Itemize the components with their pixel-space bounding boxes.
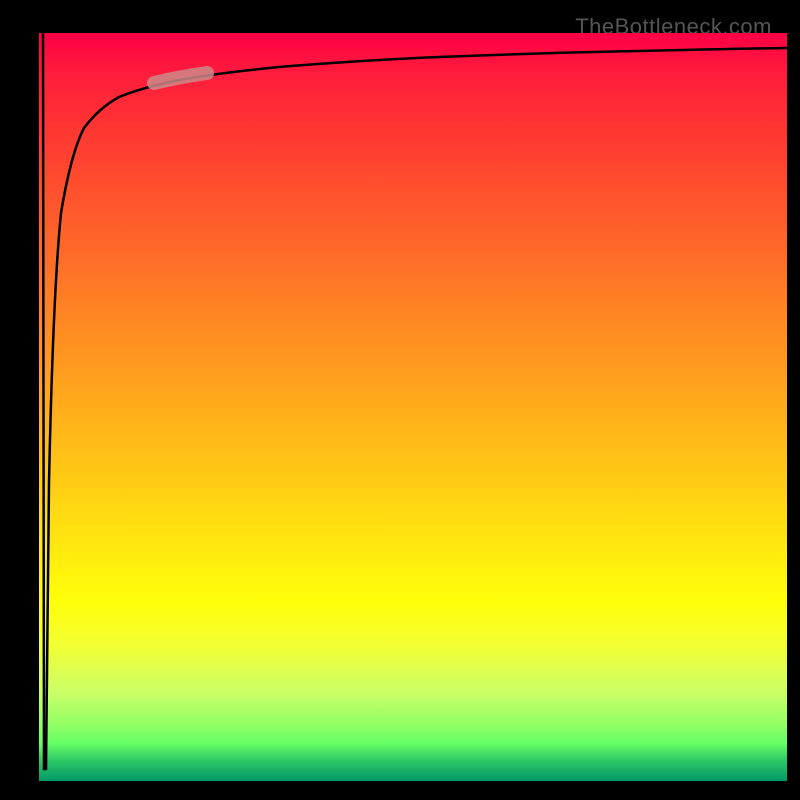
gradient-background [39,33,787,781]
chart-container: TheBottleneck.com [14,14,786,786]
plot-area [39,33,787,781]
